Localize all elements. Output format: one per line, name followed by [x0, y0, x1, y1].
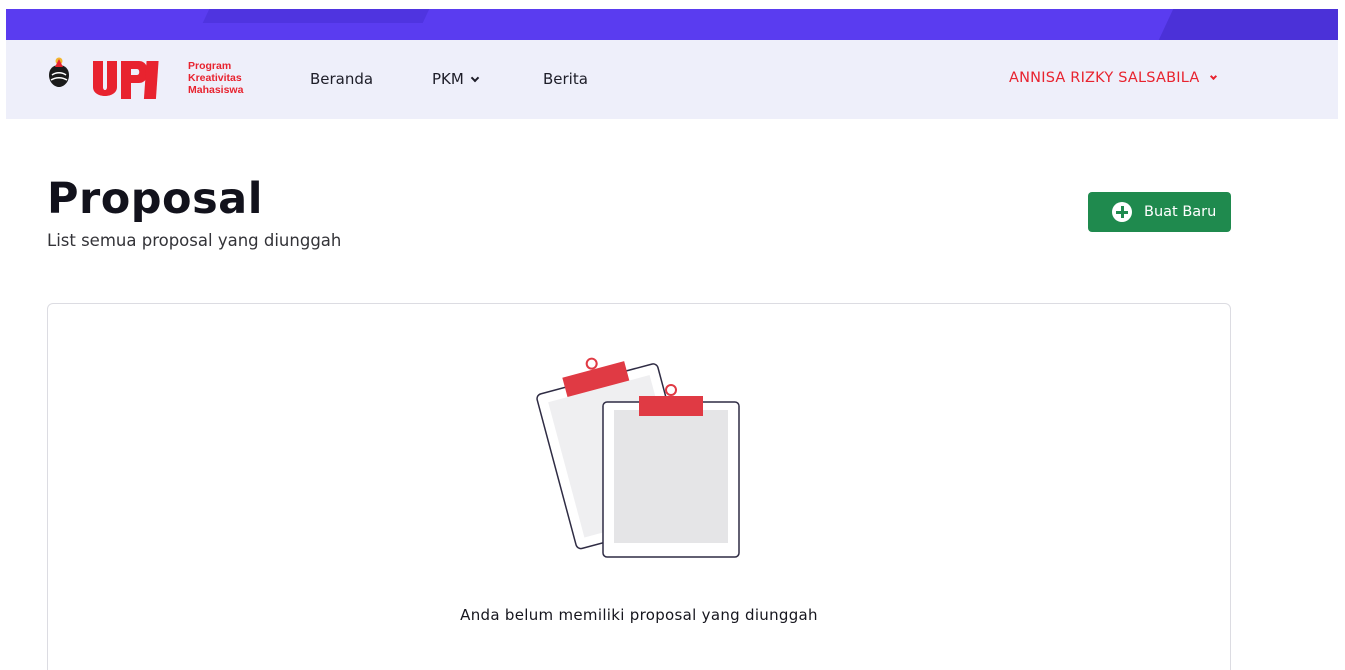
app-window: Program Kreativitas Mahasiswa Beranda PK… — [6, 9, 1338, 670]
top-decorative-strip — [6, 9, 1338, 40]
create-new-button[interactable]: Buat Baru — [1088, 192, 1231, 232]
nav-link-beranda[interactable]: Beranda — [310, 70, 373, 88]
chevron-down-icon — [470, 73, 480, 83]
user-menu[interactable]: ANNISA RIZKY SALSABILA — [1009, 70, 1218, 86]
nav-link-label: Beranda — [310, 70, 374, 88]
navbar: Program Kreativitas Mahasiswa Beranda PK… — [6, 40, 1338, 119]
strip-shape — [202, 9, 430, 23]
logo-text: Program Kreativitas Mahasiswa — [188, 60, 243, 96]
nav-link-berita[interactable]: Berita — [543, 70, 588, 88]
nav-link-label: Berita — [543, 70, 588, 88]
logo-text-line: Kreativitas — [188, 72, 242, 84]
upi-logo-icon — [49, 57, 159, 99]
create-new-button-label: Buat Baru — [1144, 204, 1217, 220]
chevron-down-icon — [1210, 72, 1218, 81]
logo-text-line: Program — [188, 60, 232, 72]
proposal-list-card: Anda belum memiliki proposal yang diungg… — [47, 303, 1231, 670]
plus-circle-icon — [1112, 202, 1132, 222]
empty-state-message: Anda belum memiliki proposal yang diungg… — [460, 606, 818, 624]
page-subtitle: List semua proposal yang diunggah — [47, 231, 342, 250]
logo-text-line: Mahasiswa — [188, 84, 244, 96]
strip-shape — [1158, 9, 1338, 40]
page-title: Proposal — [47, 174, 263, 224]
clipboards-icon — [536, 357, 740, 558]
user-name: ANNISA RIZKY SALSABILA — [1009, 70, 1200, 86]
brand-logo[interactable]: Program Kreativitas Mahasiswa — [47, 55, 252, 105]
nav-link-label: PKM — [432, 70, 464, 88]
nav-dropdown-pkm[interactable]: PKM — [432, 70, 480, 88]
